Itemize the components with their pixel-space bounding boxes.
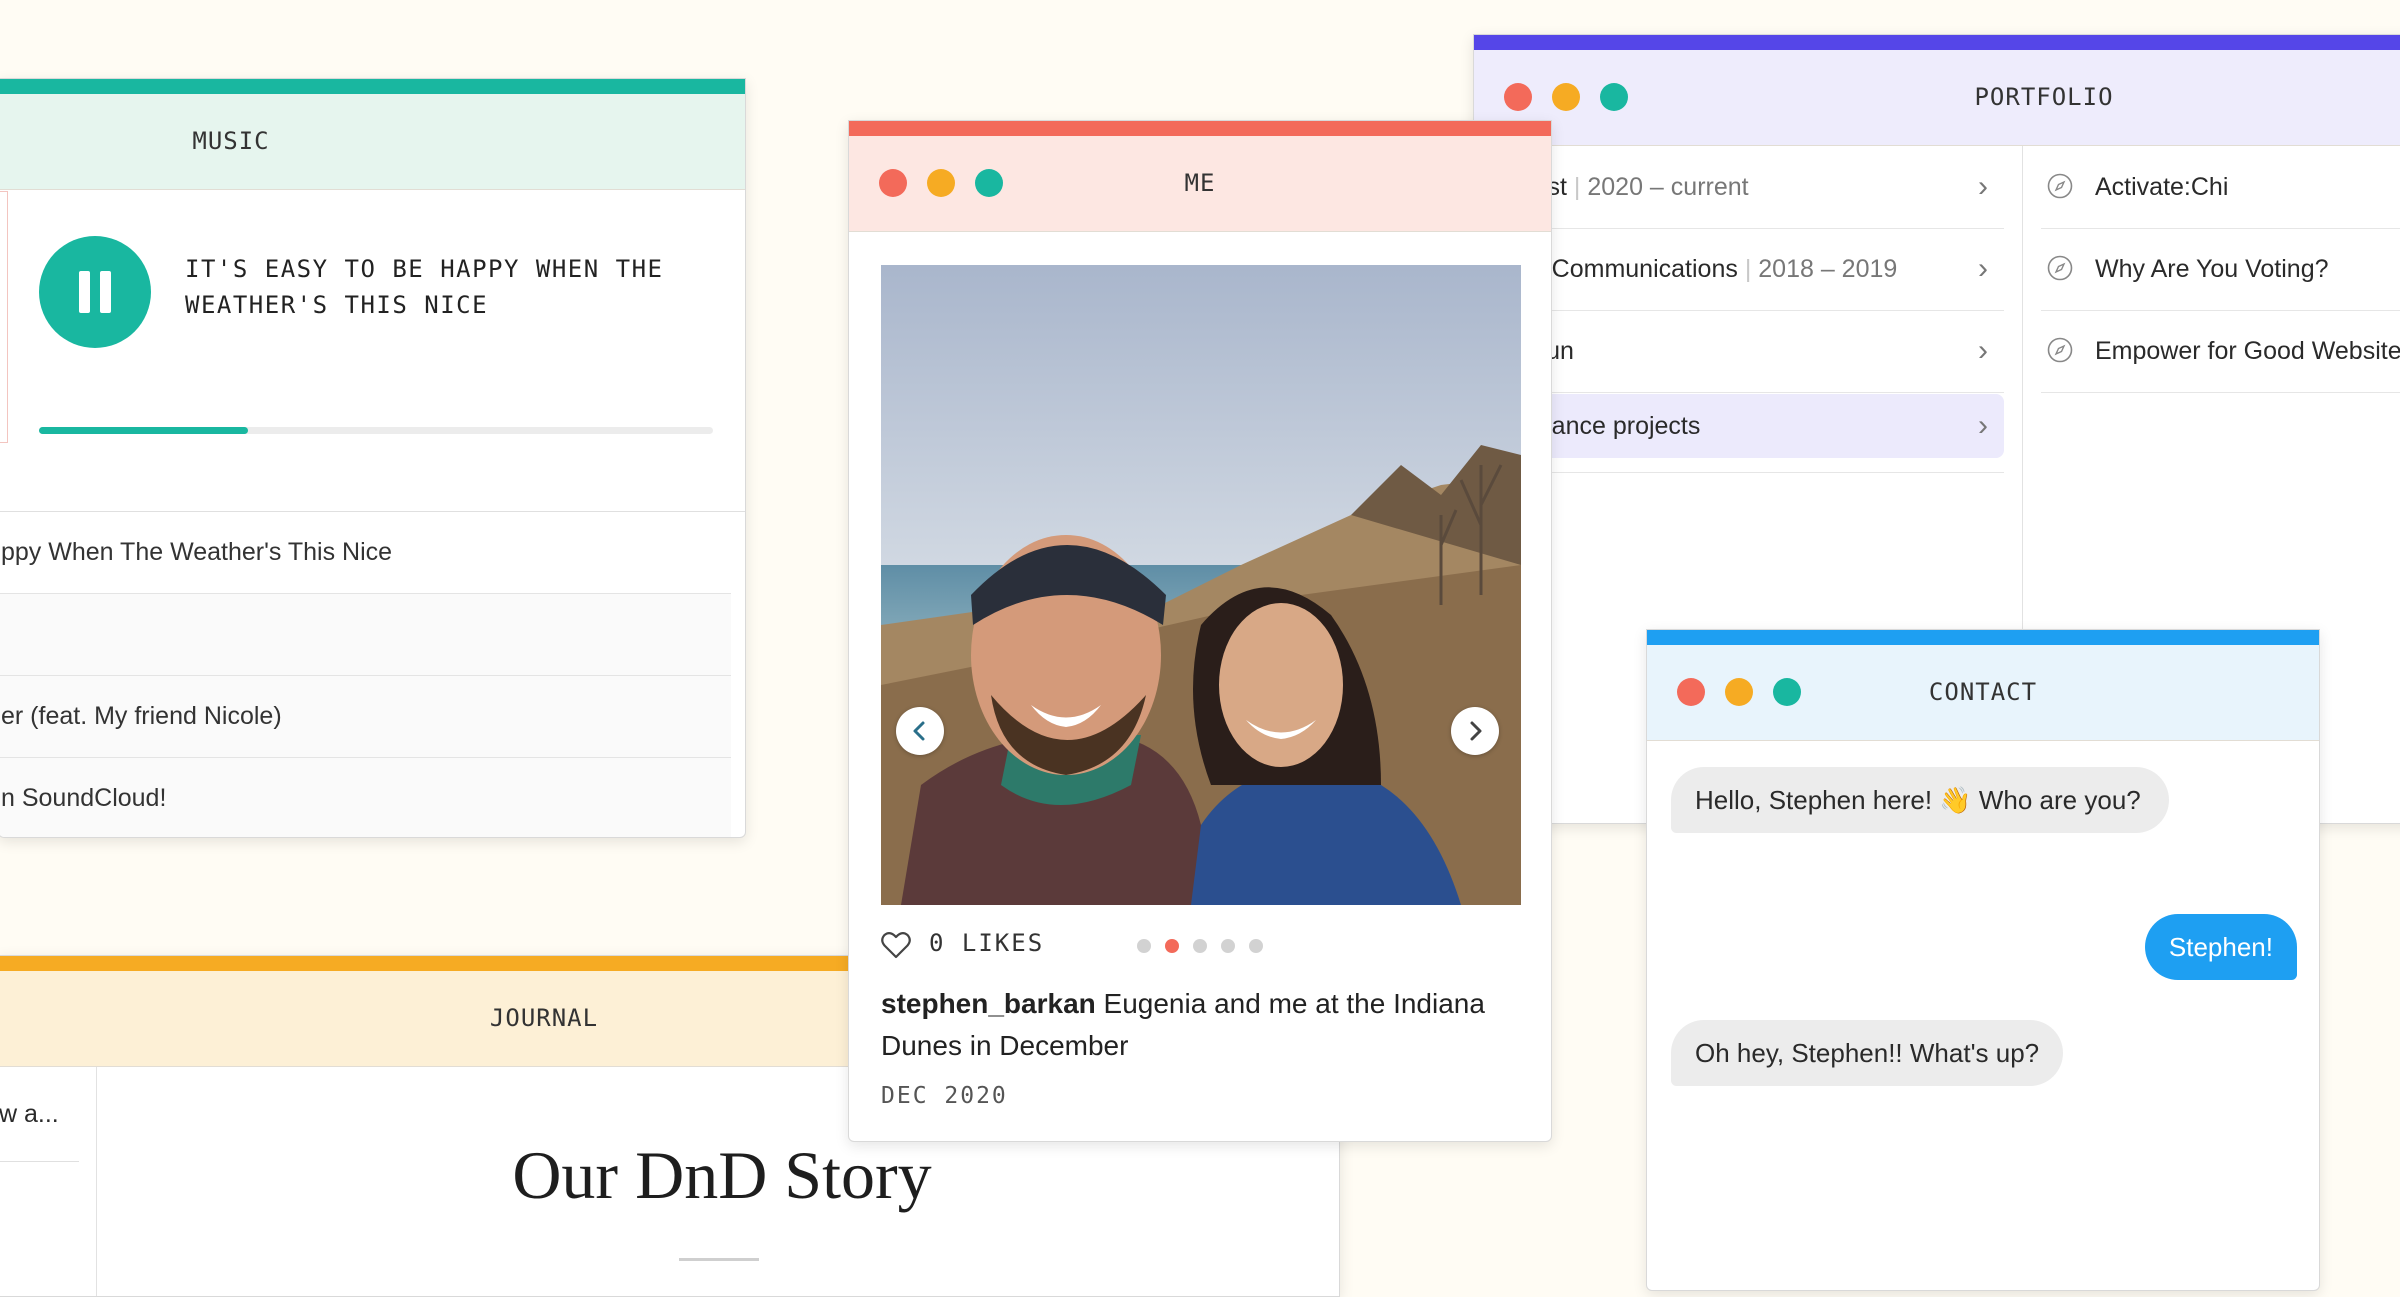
divider bbox=[1474, 472, 2004, 473]
journal-sidebar-item[interactable]: w a... bbox=[0, 1067, 79, 1162]
chat-message-received: Oh hey, Stephen!! What's up? bbox=[1671, 1020, 2064, 1086]
music-window-title: MUSIC bbox=[192, 127, 270, 155]
portfolio-window-title: PORTFOLIO bbox=[1974, 83, 2114, 111]
me-window: ME 0 LIKES stephen_barkan Eugenia and me… bbox=[848, 120, 1552, 1142]
me-titlebar[interactable]: ME bbox=[849, 136, 1551, 232]
close-dot[interactable] bbox=[1504, 83, 1532, 111]
track-item[interactable] bbox=[0, 594, 731, 676]
chat-message-received: Hello, Stephen here! 👋 Who are you? bbox=[1671, 767, 2169, 833]
carousel-dot[interactable] bbox=[1137, 939, 1151, 953]
heart-icon[interactable] bbox=[881, 931, 911, 959]
portfolio-link-label: Empower for Good Website bbox=[2095, 337, 2400, 365]
profile-photo bbox=[881, 265, 1521, 905]
chevron-right-icon bbox=[1470, 721, 1482, 741]
portfolio-item[interactable]: NK Communications | 2018 – 2019 › bbox=[1474, 228, 2004, 311]
me-accent-bar bbox=[849, 121, 1551, 136]
playback-progress-bar[interactable] bbox=[39, 427, 713, 434]
portfolio-item-years: 2018 – 2019 bbox=[1758, 255, 1898, 283]
portfolio-link[interactable]: Empower for Good Website bbox=[2041, 310, 2400, 393]
chevron-right-icon: › bbox=[1978, 170, 1988, 203]
carousel-indicator bbox=[1137, 939, 1277, 953]
carousel-dot[interactable] bbox=[1193, 939, 1207, 953]
likes-count: 0 LIKES bbox=[929, 929, 1045, 957]
portfolio-item[interactable]: or fun › bbox=[1474, 310, 2004, 393]
compass-icon bbox=[2047, 255, 2073, 281]
journal-heading: Our DnD Story bbox=[512, 1137, 932, 1213]
carousel-dot[interactable] bbox=[1249, 939, 1263, 953]
portfolio-item-active[interactable]: reelance projects › bbox=[1474, 394, 2004, 458]
music-accent-bar bbox=[0, 79, 745, 94]
portfolio-titlebar[interactable]: PORTFOLIO bbox=[1474, 50, 2400, 146]
portfolio-link[interactable]: Why Are You Voting? bbox=[2041, 228, 2400, 311]
compass-icon bbox=[2047, 173, 2073, 199]
portfolio-link-label: Activate:Chi bbox=[2095, 173, 2229, 201]
music-window: MUSIC IT'S EASY TO BE HAPPY WHEN THE WEA… bbox=[0, 78, 746, 838]
album-art bbox=[0, 191, 8, 443]
pause-icon bbox=[79, 271, 90, 313]
portfolio-item-separator: | bbox=[1744, 255, 1752, 283]
minimize-dot[interactable] bbox=[1552, 83, 1580, 111]
contact-accent-bar bbox=[1647, 630, 2319, 645]
chevron-right-icon: › bbox=[1978, 252, 1988, 285]
me-window-title: ME bbox=[1184, 169, 1216, 197]
contact-window-title: CONTACT bbox=[1928, 678, 2038, 706]
photo-date: DEC 2020 bbox=[881, 1083, 1008, 1109]
portfolio-item-separator: | bbox=[1573, 173, 1581, 201]
pause-button[interactable] bbox=[39, 236, 151, 348]
photo-illustration bbox=[881, 265, 1521, 905]
previous-photo-button[interactable] bbox=[896, 707, 944, 755]
carousel-dot[interactable] bbox=[1165, 939, 1179, 953]
portfolio-item-years: 2020 – current bbox=[1587, 173, 1749, 201]
portfolio-item[interactable]: Doist | 2020 – current › bbox=[1474, 146, 2004, 229]
photo-caption: stephen_barkan Eugenia and me at the Ind… bbox=[881, 983, 1521, 1067]
music-titlebar[interactable]: MUSIC bbox=[0, 94, 745, 190]
now-playing-title: IT'S EASY TO BE HAPPY WHEN THE WEATHER'S… bbox=[185, 255, 664, 319]
contact-titlebar[interactable]: CONTACT bbox=[1647, 645, 2319, 741]
compass-icon bbox=[2047, 337, 2073, 363]
track-item[interactable]: ppy When The Weather's This Nice bbox=[0, 512, 731, 594]
track-list: ppy When The Weather's This Nice er (fea… bbox=[0, 511, 745, 837]
track-item[interactable]: n SoundCloud! bbox=[0, 758, 731, 837]
caption-username[interactable]: stephen_barkan bbox=[881, 988, 1096, 1019]
track-item[interactable]: er (feat. My friend Nicole) bbox=[0, 676, 731, 758]
chat-message-sent: Stephen! bbox=[2144, 914, 2297, 980]
chevron-right-icon: › bbox=[1978, 409, 1988, 442]
portfolio-link-label: Why Are You Voting? bbox=[2095, 255, 2329, 283]
journal-sidebar: w a... bbox=[0, 1067, 97, 1296]
next-photo-button[interactable] bbox=[1451, 707, 1499, 755]
carousel-dot[interactable] bbox=[1221, 939, 1235, 953]
chevron-right-icon: › bbox=[1978, 334, 1988, 367]
portfolio-accent-bar bbox=[1474, 35, 2400, 50]
contact-window: CONTACT Hello, Stephen here! 👋 Who are y… bbox=[1646, 629, 2320, 1291]
playback-progress-fill bbox=[39, 427, 248, 434]
portfolio-link[interactable]: Activate:Chi bbox=[2041, 146, 2400, 229]
chevron-left-icon bbox=[913, 721, 925, 741]
